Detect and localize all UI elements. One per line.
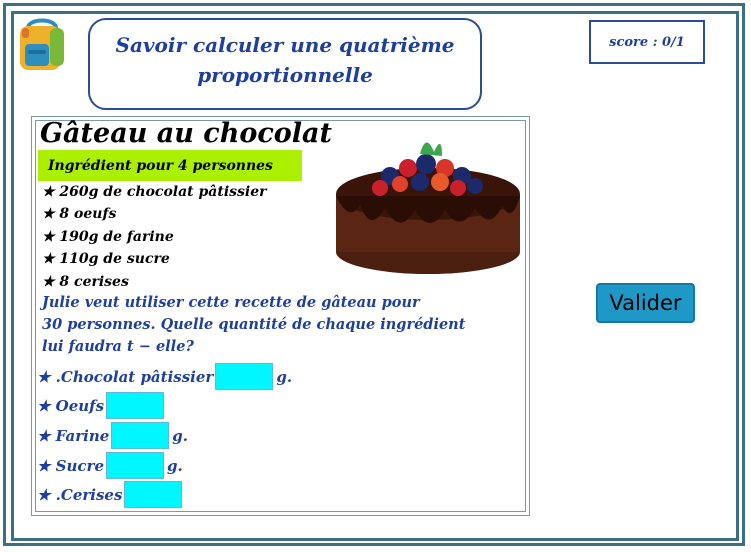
page-title-line2: proportionnelle [197, 63, 373, 87]
answer-label-chocolate: ★ .Chocolat pâtissier [37, 367, 214, 386]
question-line1: Julie veut utiliser cette recette de gât… [42, 294, 420, 311]
answer-input-flour[interactable] [111, 422, 170, 449]
answer-label-cherries: ★ .Cerises [37, 485, 123, 504]
answer-row-cherries: ★ .Cerises [37, 480, 185, 509]
ingredient-header: Ingrédient pour 4 personnes [38, 150, 302, 181]
answer-input-eggs[interactable] [106, 392, 165, 419]
ingredient-sugar: ★ 110g de sucre [42, 251, 170, 267]
ingredient-cherries: ★ 8 cerises [42, 274, 129, 290]
answer-label-flour: ★ Farine [37, 426, 110, 445]
ingredient-flour: ★ 190g de farine [42, 229, 174, 245]
ingredient-eggs: ★ 8 oeufs [42, 206, 117, 222]
page-title: Savoir calculer une quatrième proportion… [88, 18, 482, 110]
ingredient-chocolate: ★ 260g de chocolat pâtissier [42, 184, 267, 200]
validate-button[interactable]: Valider [596, 283, 695, 323]
answer-row-chocolate: ★ .Chocolat pâtissier g. [37, 362, 292, 391]
answer-unit-sugar: g. [167, 456, 183, 475]
chocolate-cake-image [336, 142, 520, 274]
answer-row-eggs: ★ Oeufs [37, 391, 167, 420]
score-badge: score : 0/1 [589, 20, 705, 64]
page-title-line1: Savoir calculer une quatrième [115, 33, 455, 57]
question-text: Julie veut utiliser cette recette de gât… [42, 292, 512, 358]
question-line2: 30 personnes. Quelle quantité de chaque … [42, 316, 466, 333]
answer-input-cherries[interactable] [124, 481, 183, 508]
answer-row-sugar: ★ Sucre g. [37, 451, 183, 480]
backpack-icon [20, 18, 64, 70]
answer-unit-flour: g. [172, 426, 188, 445]
answer-input-chocolate[interactable] [215, 363, 274, 390]
answer-unit-chocolate: g. [276, 367, 293, 386]
question-line3: lui faudra t − elle? [42, 338, 194, 355]
answer-input-sugar[interactable] [106, 452, 164, 479]
answer-label-eggs: ★ Oeufs [37, 396, 105, 415]
answer-label-sugar: ★ Sucre [37, 456, 104, 475]
recipe-title: Gâteau au chocolat [40, 118, 333, 149]
answer-row-flour: ★ Farine g. [37, 421, 188, 450]
